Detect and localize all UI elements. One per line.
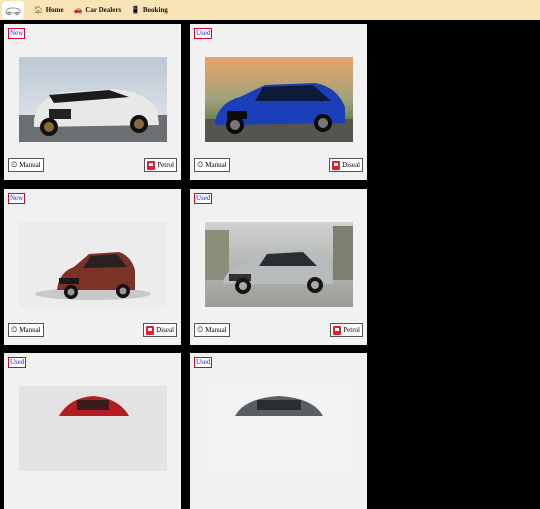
transmission-label: Manual [19,161,41,169]
fuel-label: Diseal [342,161,360,169]
transmission-chip: ⏲ Manual [8,323,44,337]
car-card[interactable]: New ⏲ Manual Diseal [4,189,181,345]
gear-icon: ⏲ [11,160,18,169]
transmission-label: Manual [19,326,41,334]
nav-car-dealers[interactable]: 🚗 Car Dealers [74,6,122,14]
fuel-pump-icon [332,160,341,170]
top-navbar: 🏠 Home 🚗 Car Dealers 📱 Booking [0,0,540,20]
nav-home-label: Home [45,6,64,14]
car-card[interactable]: New ⏲ Manual Petrol [4,24,181,180]
gear-icon: ⏲ [197,160,204,169]
car-card[interactable]: Used [4,353,181,509]
fuel-chip: Diseal [329,158,363,172]
condition-badge: New [8,193,26,204]
condition-badge: Used [194,357,213,368]
car-logo[interactable] [2,1,24,19]
gear-icon: ⏲ [197,325,204,334]
fuel-label: Petrol [343,326,360,334]
home-icon: 🏠 [34,6,43,14]
transmission-label: Manual [205,326,227,334]
car-icon: 🚗 [73,6,83,14]
transmission-chip: ⏲ Manual [194,158,230,172]
transmission-chip: ⏲ Manual [194,323,230,337]
car-photo[interactable] [205,222,353,307]
fuel-pump-icon [147,160,156,170]
car-card[interactable]: Used ⏲ Manual Diseal [190,24,367,180]
car-photo[interactable] [205,386,353,471]
fuel-label: Petrol [157,161,174,169]
fuel-pump-icon [333,325,342,335]
car-card[interactable]: Used [190,353,367,509]
nav-booking-label: Booking [142,6,168,14]
fuel-pump-icon [146,325,155,335]
phone-icon: 📱 [131,6,140,14]
nav-booking[interactable]: 📱 Booking [131,6,168,14]
fuel-label: Diseal [156,326,174,334]
fuel-chip: Petrol [330,323,363,337]
condition-badge: Used [194,193,213,204]
car-photo[interactable] [19,222,167,307]
condition-badge: New [8,28,26,39]
transmission-chip: ⏲ Manual [8,158,44,172]
transmission-label: Manual [205,161,227,169]
gear-icon: ⏲ [11,325,18,334]
nav-car-dealers-label: Car Dealers [85,6,122,14]
nav-home[interactable]: 🏠 Home [34,6,64,14]
fuel-chip: Petrol [144,158,177,172]
condition-badge: Used [8,357,27,368]
car-photo[interactable] [19,386,167,471]
car-photo[interactable] [19,57,167,142]
fuel-chip: Diseal [143,323,177,337]
car-card[interactable]: Used ⏲ Manual Petrol [190,189,367,345]
car-photo[interactable] [205,57,353,142]
condition-badge: Used [194,28,213,39]
